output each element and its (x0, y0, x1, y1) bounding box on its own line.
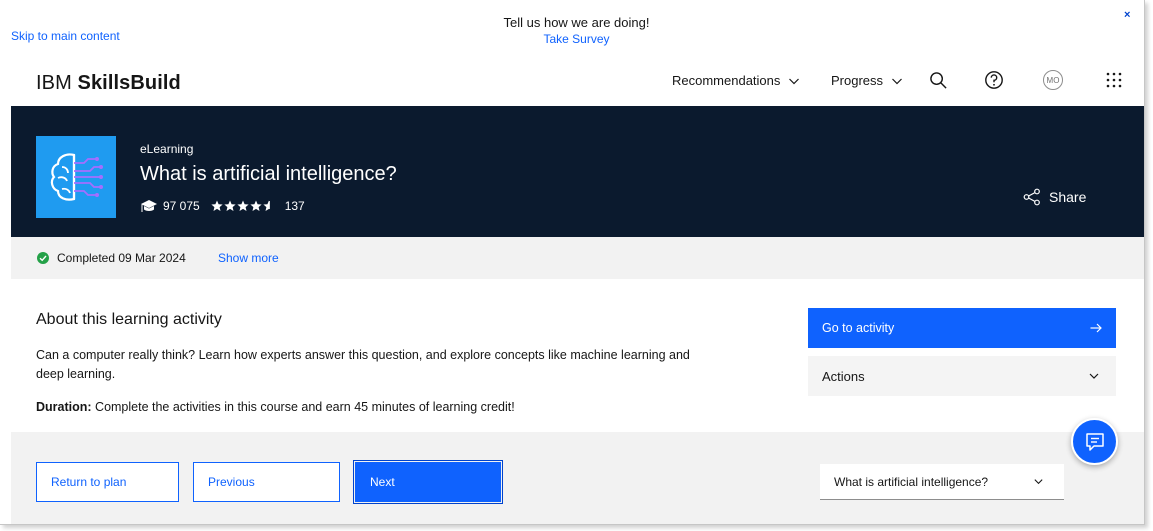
chevron-down-icon (1034, 479, 1043, 485)
graduation-cap-icon (141, 200, 157, 212)
course-thumbnail (36, 136, 116, 218)
chevron-down-icon (892, 78, 902, 84)
learner-count: 97 075 (163, 199, 200, 213)
show-more-link[interactable]: Show more (218, 251, 279, 265)
rating-count: 137 (284, 199, 305, 213)
module-select[interactable]: What is artificial intelligence? (820, 464, 1064, 500)
half-star-icon (263, 200, 270, 211)
star-icon (237, 200, 249, 211)
survey-close-button[interactable]: × (1124, 9, 1130, 21)
nav-progress[interactable]: Progress (831, 73, 903, 88)
actions-dropdown[interactable]: Actions (808, 356, 1116, 396)
share-button[interactable]: Share (1023, 188, 1086, 206)
completion-strip: Completed 09 Mar 2024 Show more (11, 237, 1144, 279)
arrow-right-icon (1090, 323, 1102, 333)
duration-info: Duration: Complete the activities in thi… (36, 400, 515, 414)
chat-icon (1085, 432, 1104, 451)
course-type: eLearning (140, 142, 194, 156)
about-description: Can a computer really think? Learn how e… (36, 348, 690, 381)
next-button[interactable]: Next (353, 460, 503, 504)
completion-status: Completed 09 Mar 2024 (37, 251, 186, 265)
chevron-down-icon (1089, 373, 1099, 379)
course-hero: eLearning What is artificial intelligenc… (11, 106, 1144, 237)
take-survey-link[interactable]: Take Survey (0, 32, 1144, 46)
help-button[interactable] (983, 69, 1005, 91)
page-frame: Skip to main content Tell us how we are … (0, 0, 1145, 525)
previous-button[interactable]: Previous (193, 462, 340, 502)
search-button[interactable] (927, 69, 949, 91)
site-header: IBM SkillsBuild Recommendations Progress… (0, 52, 1144, 106)
return-to-plan-button[interactable]: Return to plan (36, 462, 179, 502)
star-icon (211, 200, 223, 211)
app-switcher-button[interactable] (1103, 69, 1125, 91)
course-title: What is artificial intelligence? (140, 163, 397, 185)
chat-button[interactable] (1071, 418, 1118, 465)
about-heading: About this learning activity (36, 311, 222, 328)
brain-circuit-icon (50, 153, 103, 201)
survey-message: Tell us how we are doing! (503, 15, 650, 30)
app-switcher-icon (1106, 72, 1122, 88)
course-stats: 97 075 137 (140, 199, 305, 213)
help-icon (985, 71, 1003, 89)
ibm-skillsbuild-logo[interactable]: IBM SkillsBuild (36, 72, 181, 95)
share-icon (1023, 188, 1040, 206)
rating-stars (211, 200, 275, 212)
course-navigation-bar: Return to plan Previous Next What is art… (11, 432, 1144, 524)
chevron-down-icon (789, 78, 800, 84)
go-to-activity-button[interactable]: Go to activity (808, 308, 1116, 348)
nav-recommendations[interactable]: Recommendations (672, 73, 800, 88)
search-icon (929, 71, 947, 89)
star-icon (250, 200, 262, 211)
survey-banner: Skip to main content Tell us how we are … (0, 0, 1144, 52)
user-avatar[interactable]: MO (1043, 70, 1063, 90)
checkmark-icon (37, 252, 49, 264)
star-icon (224, 200, 236, 211)
